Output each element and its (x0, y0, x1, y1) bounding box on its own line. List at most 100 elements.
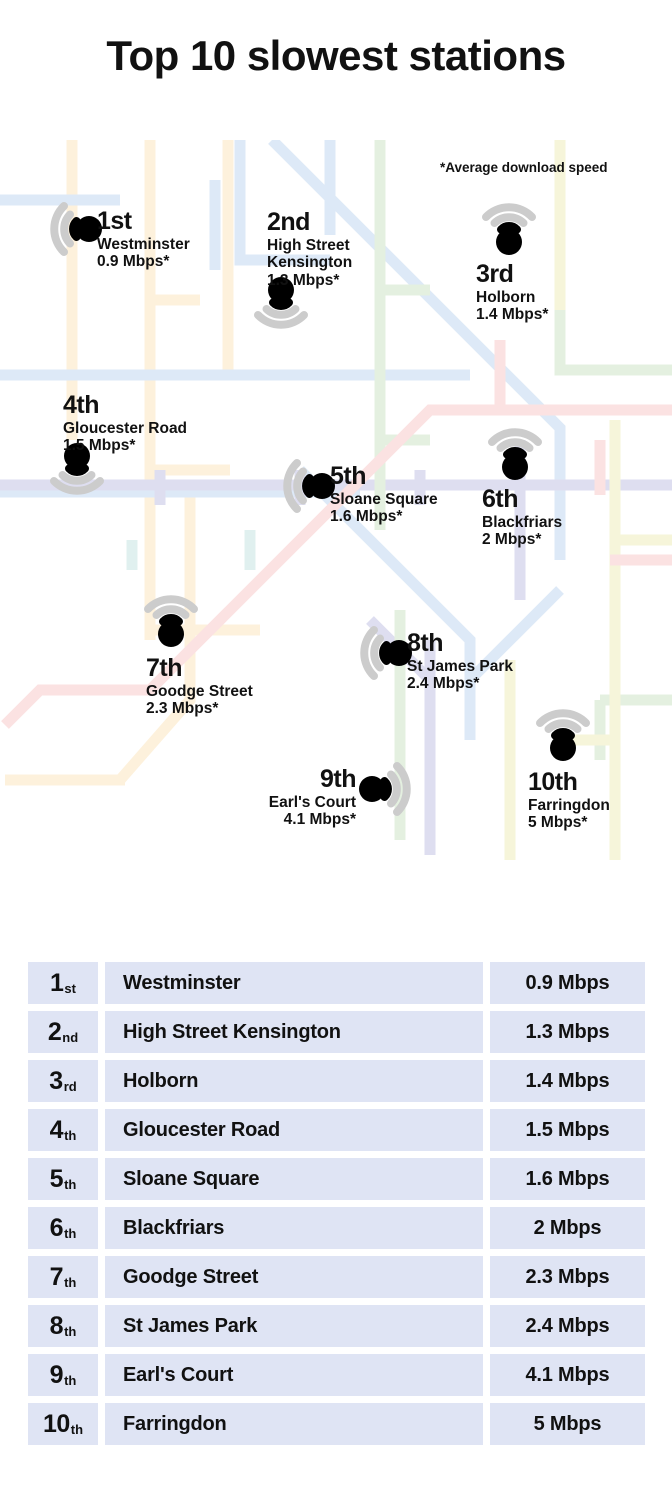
table-cell-rank: 7th (28, 1256, 98, 1298)
table-cell-speed: 1.5 Mbps (490, 1109, 645, 1151)
table-cell-rank: 4th (28, 1109, 98, 1151)
table-row: 6th Blackfriars 2 Mbps (28, 1207, 645, 1249)
station-name: St James Park (123, 1314, 258, 1337)
map-marker-4th[interactable]: 4th Gloucester Road 1.5 Mbps* (37, 391, 187, 502)
map-marker-3rd[interactable]: 3rd Holborn 1.4 Mbps* (469, 180, 549, 323)
table-row: 3rd Holborn 1.4 Mbps (28, 1060, 645, 1102)
table-cell-rank: 2nd (28, 1011, 98, 1053)
table-row: 7th Goodge Street 2.3 Mbps (28, 1256, 645, 1298)
table-cell-speed: 2 Mbps (490, 1207, 645, 1249)
table-cell-rank: 8th (28, 1305, 98, 1347)
map-marker-7th[interactable]: 7th Goodge Street 2.3 Mbps* (131, 572, 253, 717)
rank-suffix: rd (63, 1079, 77, 1094)
map-marker-1st[interactable]: 1st Westminster 0.9 Mbps* (35, 181, 190, 270)
table-cell-station: High Street Kensington (105, 1011, 483, 1053)
map-marker-station-7th: Goodge Street (146, 682, 253, 700)
speed-value: 2.4 Mbps (525, 1314, 610, 1337)
map-marker-10th[interactable]: 10th Farringdon 5 Mbps* (523, 686, 610, 831)
map-marker-9th[interactable]: 9th Earl's Court 4.1 Mbps* (269, 741, 426, 828)
map-marker-station-10th: Farringdon (528, 796, 610, 814)
footnote-average-download-speed: *Average download speed (440, 160, 608, 175)
map-marker-speed-9th: 4.1 Mbps* (283, 811, 356, 829)
table-cell-speed: 5 Mbps (490, 1403, 645, 1445)
table-cell-rank: 5th (28, 1158, 98, 1200)
rank-number: 6 (49, 1213, 64, 1242)
map-marker-label-3rd: 3rd Holborn 1.4 Mbps* (476, 260, 548, 324)
rank-suffix: nd (62, 1030, 79, 1045)
map-marker-station-6th: Blackfriars (482, 513, 563, 531)
table-cell-station: Holborn (105, 1060, 483, 1102)
map-marker-rank-1st: 1st (97, 207, 132, 235)
rank-value: 8th (28, 1305, 98, 1347)
table-cell-station: Gloucester Road (105, 1109, 483, 1151)
map-marker-2nd[interactable]: 2nd High Street Kensington 1.3 Mbps* (241, 208, 352, 336)
map-marker-label-10th: 10th Farringdon 5 Mbps* (528, 768, 610, 832)
map-marker-6th[interactable]: 6th Blackfriars 2 Mbps* (475, 405, 562, 548)
rank-suffix: th (64, 1128, 77, 1143)
table-cell-rank: 10th (28, 1403, 98, 1445)
map-marker-rank-7th: 7th (146, 654, 182, 682)
map-marker-speed-10th: 5 Mbps* (528, 814, 588, 832)
map-marker-rank-5th: 5th (330, 462, 366, 490)
map-marker-speed-3rd: 1.4 Mbps* (476, 306, 549, 324)
table-row: 8th St James Park 2.4 Mbps (28, 1305, 645, 1347)
table-cell-station: Westminster (105, 962, 483, 1004)
rank-number: 9 (49, 1360, 64, 1389)
rank-value: 1st (28, 962, 98, 1004)
map-marker-rank-3rd: 3rd (476, 260, 514, 288)
table-row: 9th Earl's Court 4.1 Mbps (28, 1354, 645, 1396)
table-cell-rank: 3rd (28, 1060, 98, 1102)
rank-number: 5 (49, 1164, 64, 1193)
rank-suffix: th (64, 1226, 77, 1241)
map-marker-rank-6th: 6th (482, 485, 519, 513)
speed-value: 1.3 Mbps (525, 1020, 610, 1043)
table-cell-station: Blackfriars (105, 1207, 483, 1249)
map-marker-station-1st: Westminster (97, 235, 190, 253)
rank-number: 1 (50, 968, 64, 997)
map-marker-rank-10th: 10th (528, 768, 578, 796)
map-marker-speed-6th: 2 Mbps* (482, 531, 542, 549)
table-cell-station: Sloane Square (105, 1158, 483, 1200)
map-marker-station-3rd: Holborn (476, 288, 536, 306)
rank-suffix: th (70, 1422, 84, 1437)
map-marker-label-2nd: 2nd High Street Kensington 1.3 Mbps* (267, 208, 352, 289)
map-marker-label-9th: 9th Earl's Court 4.1 Mbps* (269, 765, 357, 829)
rank-number: 2 (47, 1017, 62, 1046)
table-row: 2nd High Street Kensington 1.3 Mbps (28, 1011, 645, 1053)
table-cell-station: St James Park (105, 1305, 483, 1347)
rank-value: 7th (28, 1256, 98, 1298)
station-name: Holborn (123, 1069, 199, 1092)
table-cell-speed: 1.4 Mbps (490, 1060, 645, 1102)
map-marker-speed-7th: 2.3 Mbps* (146, 700, 219, 718)
station-name: Sloane Square (123, 1167, 260, 1190)
station-name: High Street Kensington (123, 1020, 341, 1043)
map-marker-8th[interactable]: 8th St James Park 2.4 Mbps* (345, 605, 513, 692)
map-marker-station-2nd: High Street Kensington (267, 236, 353, 272)
table-cell-station: Goodge Street (105, 1256, 483, 1298)
table-row: 4th Gloucester Road 1.5 Mbps (28, 1109, 645, 1151)
map-marker-station-4th: Gloucester Road (63, 419, 188, 437)
map-marker-speed-4th: 1.5 Mbps* (63, 437, 136, 455)
rank-number: 4 (49, 1115, 64, 1144)
map-marker-speed-8th: 2.4 Mbps* (407, 675, 480, 693)
rank-value: 4th (28, 1109, 98, 1151)
map-marker-speed-1st: 0.9 Mbps* (97, 253, 170, 271)
map-marker-rank-8th: 8th (407, 629, 444, 657)
speed-value: 4.1 Mbps (525, 1363, 610, 1386)
table-cell-rank: 1st (28, 962, 98, 1004)
table-cell-station: Earl's Court (105, 1354, 483, 1396)
map-marker-5th[interactable]: 5th Sloane Square 1.6 Mbps* (268, 438, 438, 525)
rank-number: 8 (49, 1311, 64, 1340)
rank-value: 10th (28, 1403, 98, 1445)
map-marker-rank-4th: 4th (63, 391, 100, 419)
map-marker-label-8th: 8th St James Park 2.4 Mbps* (407, 629, 513, 693)
rank-suffix: th (64, 1324, 77, 1339)
station-name: Earl's Court (123, 1363, 234, 1386)
map-marker-label-7th: 7th Goodge Street 2.3 Mbps* (146, 654, 253, 718)
speed-value: 2 Mbps (533, 1216, 602, 1239)
station-name: Blackfriars (123, 1216, 225, 1239)
rank-suffix: st (64, 981, 76, 996)
table-cell-speed: 2.4 Mbps (490, 1305, 645, 1347)
speed-value: 0.9 Mbps (525, 971, 610, 994)
speed-value: 1.6 Mbps (525, 1167, 610, 1190)
